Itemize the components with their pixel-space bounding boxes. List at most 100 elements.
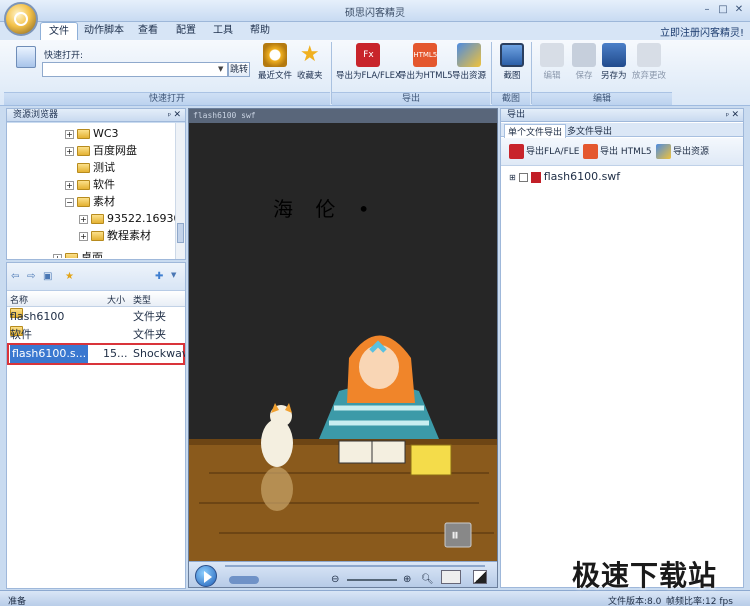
file-list-header: 名称 大小 类型 xyxy=(7,291,185,307)
export-tabs: 单个文件导出 多文件导出 xyxy=(501,123,743,138)
save-button[interactable]: 保存 xyxy=(572,43,596,81)
menu-bar: 文件 动作脚本 查看 配置 工具 帮助 立即注册闪客精灵! xyxy=(0,22,750,40)
export-tree-item[interactable]: ⊞ flash6100.swf xyxy=(509,170,620,183)
folder-icon xyxy=(77,146,90,156)
column-name[interactable]: 名称 xyxy=(10,293,28,306)
export-html5-button[interactable]: HTML5 导出为HTML5 xyxy=(398,43,453,81)
export-fla-button[interactable]: Fx 导出为FLA/FLEX xyxy=(336,43,401,81)
group-export-label: 导出 xyxy=(332,92,490,105)
player-tab-title[interactable]: flash6100 swf xyxy=(189,109,497,123)
menu-tab-view[interactable]: 查看 xyxy=(130,22,166,40)
html5-icon: HTML5 xyxy=(413,43,438,67)
close-panel-icon[interactable]: ✕ xyxy=(731,109,739,122)
group-quick-open-label: 快速打开 xyxy=(4,92,330,105)
background-color-icon[interactable] xyxy=(473,570,487,584)
menu-tab-file[interactable]: 文件 xyxy=(40,22,78,40)
tree-item-test[interactable]: 测试 xyxy=(77,159,115,176)
minimize-button[interactable]: – xyxy=(700,3,714,17)
export-checkbox[interactable] xyxy=(518,172,528,182)
pin-icon[interactable]: ᵖ xyxy=(168,109,171,122)
add-icon[interactable]: ✚ xyxy=(155,271,163,282)
back-icon[interactable]: ⇦ xyxy=(11,271,19,282)
export-panel: 导出 ᵖ ✕ 单个文件导出 多文件导出 导出FLA/FLE 导出 HTML5 导… xyxy=(500,108,744,588)
close-panel-icon[interactable]: ✕ xyxy=(173,109,181,122)
edit-icon xyxy=(540,43,564,67)
title-bar: 硕思闪客精灵 – □ ✕ xyxy=(0,0,750,22)
resource-browser-panel: 资源浏览器 ᵖ ✕ + WC3 + 百度网盘 测试 + 软件 − 素材 +93522.1… xyxy=(6,108,186,260)
dropdown-icon[interactable]: ▼ xyxy=(171,271,176,279)
favorites-button[interactable]: ★ 收藏夹 xyxy=(297,42,323,82)
column-size[interactable]: 大小 xyxy=(107,293,125,306)
scrollbar-thumb[interactable] xyxy=(177,223,184,243)
tree-item-wc3[interactable]: + WC3 xyxy=(65,125,119,142)
save-as-button[interactable]: 另存为 xyxy=(601,43,627,81)
tree-scrollbar[interactable] xyxy=(175,123,185,259)
zoom-out-icon[interactable]: ⊖ xyxy=(331,574,339,585)
play-button[interactable] xyxy=(195,565,217,587)
folder-tree: + WC3 + 百度网盘 测试 + 软件 − 素材 +93522.16930 + 教程素材… xyxy=(7,123,177,259)
up-folder-icon[interactable]: ▣ xyxy=(43,271,52,282)
fla-icon xyxy=(509,144,524,159)
close-button[interactable]: ✕ xyxy=(732,3,746,17)
screenshot-button[interactable]: 截图 xyxy=(500,43,524,81)
folder-icon xyxy=(91,231,104,241)
pause-overlay-icon[interactable]: ⏸ xyxy=(451,525,459,545)
menu-tab-actionscript[interactable]: 动作脚本 xyxy=(76,22,132,40)
file-row-selected[interactable]: flash6100.s... 15... Shockwave xyxy=(7,343,185,365)
export-resources-button-panel[interactable]: 导出资源 xyxy=(656,144,709,159)
quick-open-label: 快速打开: xyxy=(44,51,84,61)
tab-single-file-export[interactable]: 单个文件导出 xyxy=(504,124,567,138)
star-icon: ★ xyxy=(299,42,320,67)
quick-open-dropdown-icon[interactable]: ▼ xyxy=(218,65,223,73)
tree-item-baidu[interactable]: + 百度网盘 xyxy=(65,142,137,159)
export-fla-flex-button[interactable]: 导出FLA/FLE xyxy=(509,144,579,159)
tree-item-desktop[interactable]: + 桌面 xyxy=(53,245,103,258)
tab-multi-file-export[interactable]: 多文件导出 xyxy=(567,124,612,137)
timeline-slider[interactable] xyxy=(225,565,485,567)
tree-item-assets[interactable]: − 素材 xyxy=(65,193,115,210)
swf-player-panel: flash6100 swf 海 伦 • ⏸ ⊖ ⊕ 🔍︎ xyxy=(188,108,498,588)
status-text: 准备 xyxy=(8,597,27,606)
tree-item-93522[interactable]: +93522.16930 xyxy=(79,210,177,227)
clock-icon xyxy=(263,43,287,67)
recent-files-button[interactable]: 最近文件 xyxy=(258,43,292,81)
save-icon xyxy=(572,43,596,67)
export-panel-header: 导出 ᵖ ✕ xyxy=(501,109,743,122)
zoom-slider[interactable] xyxy=(347,579,397,581)
export-resources-button[interactable]: 导出资源 xyxy=(452,43,486,81)
quick-open-input[interactable] xyxy=(42,62,228,77)
expand-icon[interactable]: ⊞ xyxy=(509,173,516,182)
register-link[interactable]: 立即注册闪客精灵! xyxy=(660,24,744,39)
pin-icon[interactable]: ᵖ xyxy=(726,109,729,122)
file-row[interactable]: flash6100 文件夹 xyxy=(7,308,185,326)
app-menu-orb-icon[interactable] xyxy=(4,2,38,36)
export-html5-button-panel[interactable]: 导出 HTML5 xyxy=(583,144,652,159)
window-title: 硕思闪客精灵 xyxy=(345,8,405,19)
stage-artwork xyxy=(189,335,497,561)
discard-changes-button[interactable]: 放弃更改 xyxy=(632,43,666,81)
menu-tab-config[interactable]: 配置 xyxy=(168,22,204,40)
quick-open-folder-icon xyxy=(16,46,36,68)
flash-stage[interactable]: 海 伦 • ⏸ xyxy=(189,123,497,561)
zoom-in-icon[interactable]: ⊕ xyxy=(403,574,411,585)
folder-icon xyxy=(77,129,90,139)
tree-item-tutorial[interactable]: + 教程素材 xyxy=(79,227,151,244)
column-type[interactable]: 类型 xyxy=(133,293,151,306)
folder-icon xyxy=(91,214,104,224)
folder-icon xyxy=(77,180,90,190)
jump-button[interactable]: 跳转 xyxy=(228,62,250,77)
tree-item-software[interactable]: + 软件 xyxy=(65,176,115,193)
maximize-button[interactable]: □ xyxy=(716,3,730,17)
magnifier-icon[interactable]: 🔍︎ xyxy=(421,574,434,585)
file-row[interactable]: 软件 文件夹 xyxy=(7,326,185,344)
watermark-text: 极速下载站 xyxy=(572,559,718,592)
file-version: 文件版本:8.0 xyxy=(608,597,662,606)
step-buttons[interactable] xyxy=(229,576,259,584)
menu-tab-help[interactable]: 帮助 xyxy=(242,22,278,40)
menu-tab-tools[interactable]: 工具 xyxy=(205,22,241,40)
forward-icon[interactable]: ⇨ xyxy=(27,271,35,282)
fit-screen-icon[interactable] xyxy=(441,570,461,584)
favorite-star-icon[interactable]: ★ xyxy=(65,271,74,282)
folder-icon xyxy=(77,163,90,173)
edit-button[interactable]: 编辑 xyxy=(540,43,564,81)
